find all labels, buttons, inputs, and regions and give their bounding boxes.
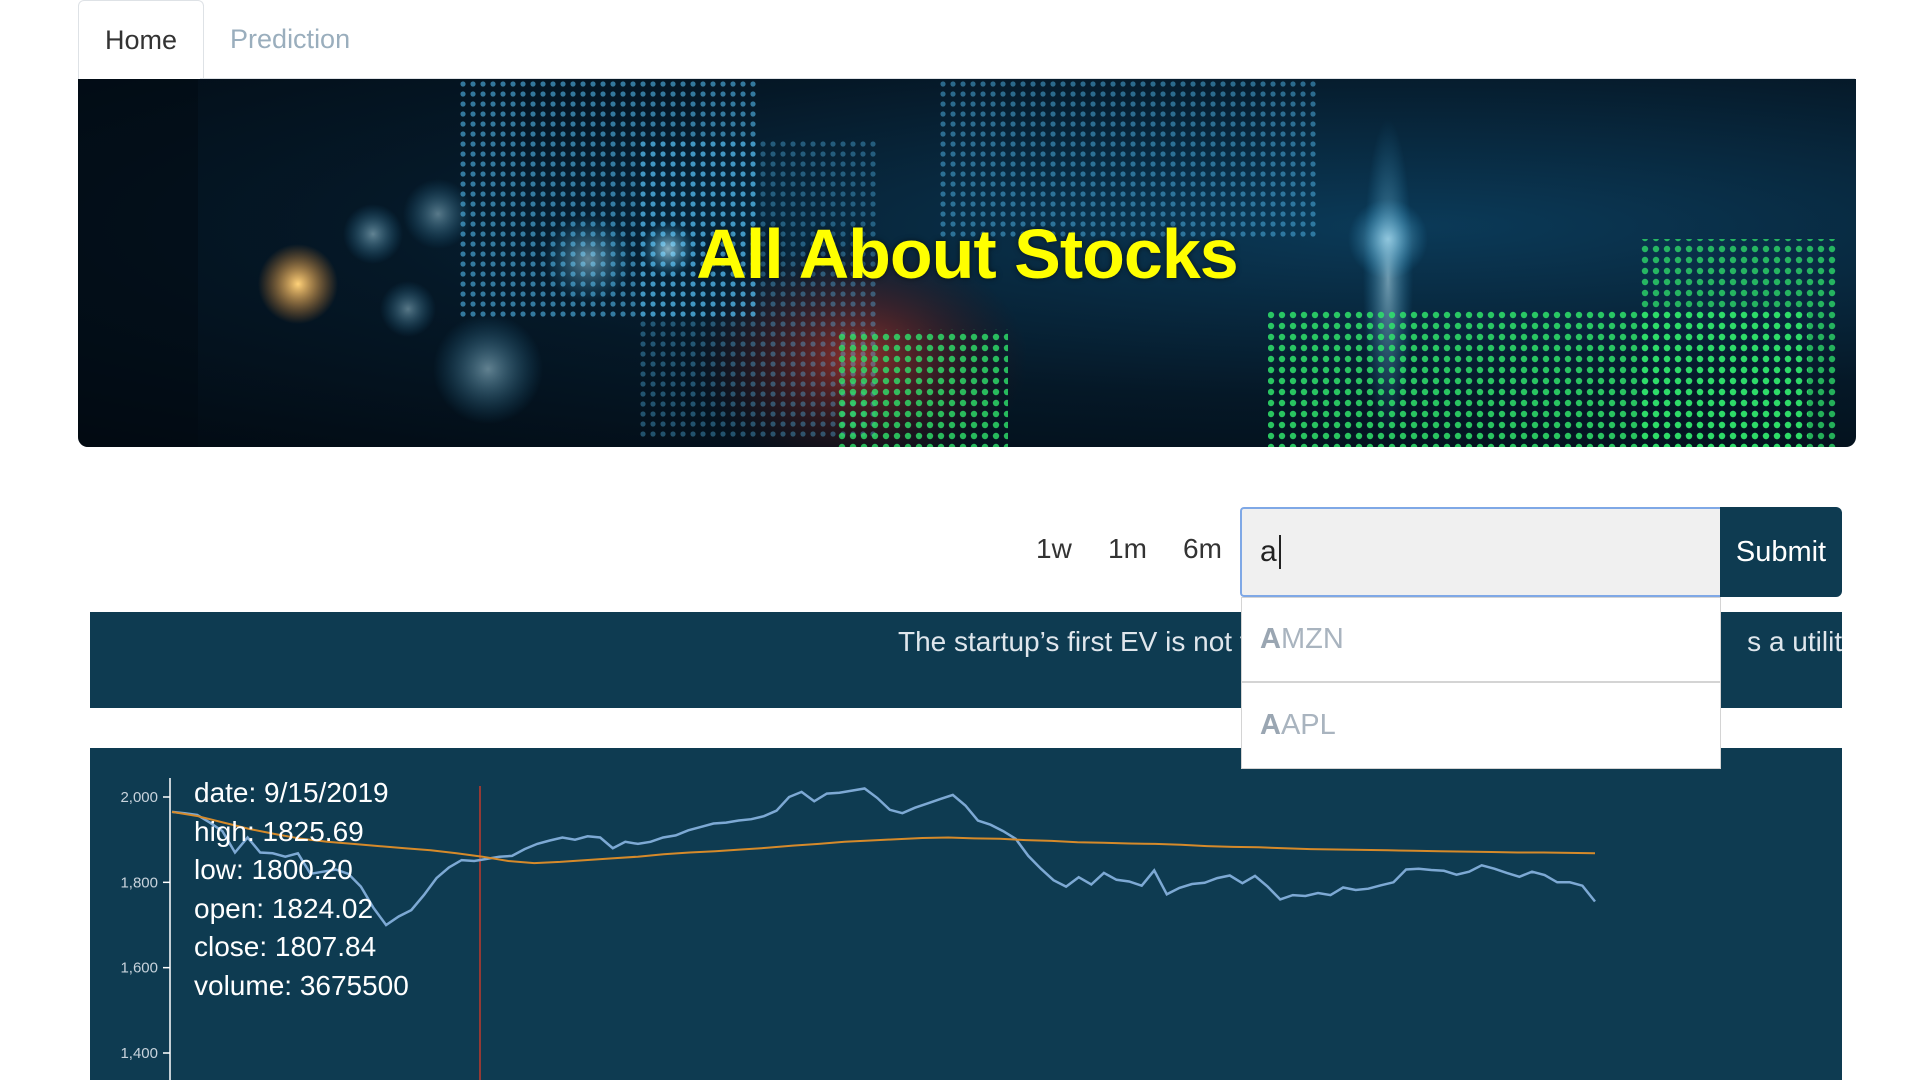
hero-title: All About Stocks <box>696 215 1238 293</box>
news-headline-right: s a utilitari <box>1747 626 1842 657</box>
tooltip-high: high: 1825.69 <box>194 815 364 847</box>
range-1m-button[interactable]: 1m <box>1108 533 1147 565</box>
autocomplete-match: A <box>1260 709 1281 741</box>
range-6m-button[interactable]: 6m <box>1183 533 1222 565</box>
tooltip-close: close: 1807.84 <box>194 931 377 962</box>
autocomplete-item-aapl[interactable]: A APL <box>1242 683 1720 768</box>
nav-tabs: Home Prediction <box>78 0 376 79</box>
tooltip-date: date: 9/15/2019 <box>194 777 389 808</box>
tab-prediction[interactable]: Prediction <box>204 0 376 79</box>
hero-banner: All About Stocks <box>78 79 1856 447</box>
autocomplete-match: A <box>1260 623 1281 655</box>
ticker-search-input[interactable]: a <box>1240 507 1720 597</box>
autocomplete-rest: APL <box>1280 709 1336 741</box>
y-tick-label: 1,400 <box>120 1045 158 1062</box>
autocomplete-rest: MZN <box>1280 623 1344 655</box>
news-headline-left: The startup’s first EV is not tryi <box>898 626 1278 657</box>
y-tick-label: 1,600 <box>120 960 158 977</box>
search-input-value: a <box>1260 535 1277 568</box>
price-chart[interactable]: 2,000 1,800 1,600 1,400 date: 9/15/2019 hig… <box>90 748 1842 1080</box>
range-1w-button[interactable]: 1w <box>1036 533 1072 565</box>
autocomplete-item-amzn[interactable]: A MZN <box>1242 598 1720 683</box>
chart-tooltip: date: 9/15/2019 high: 1825.69 low: 1800.… <box>194 774 409 1005</box>
tooltip-low: low: 1800.20 <box>194 854 353 885</box>
tab-home[interactable]: Home <box>78 0 205 79</box>
submit-button[interactable]: Submit <box>1720 507 1842 597</box>
autocomplete-dropdown: A MZN A APL <box>1241 597 1721 769</box>
tooltip-open: open: 1824.02 <box>194 892 374 924</box>
text-caret <box>1278 535 1281 569</box>
tooltip-volume: volume: 3675500 <box>194 969 409 1001</box>
y-tick-label: 2,000 <box>120 789 158 806</box>
y-tick-label: 1,800 <box>120 874 158 891</box>
